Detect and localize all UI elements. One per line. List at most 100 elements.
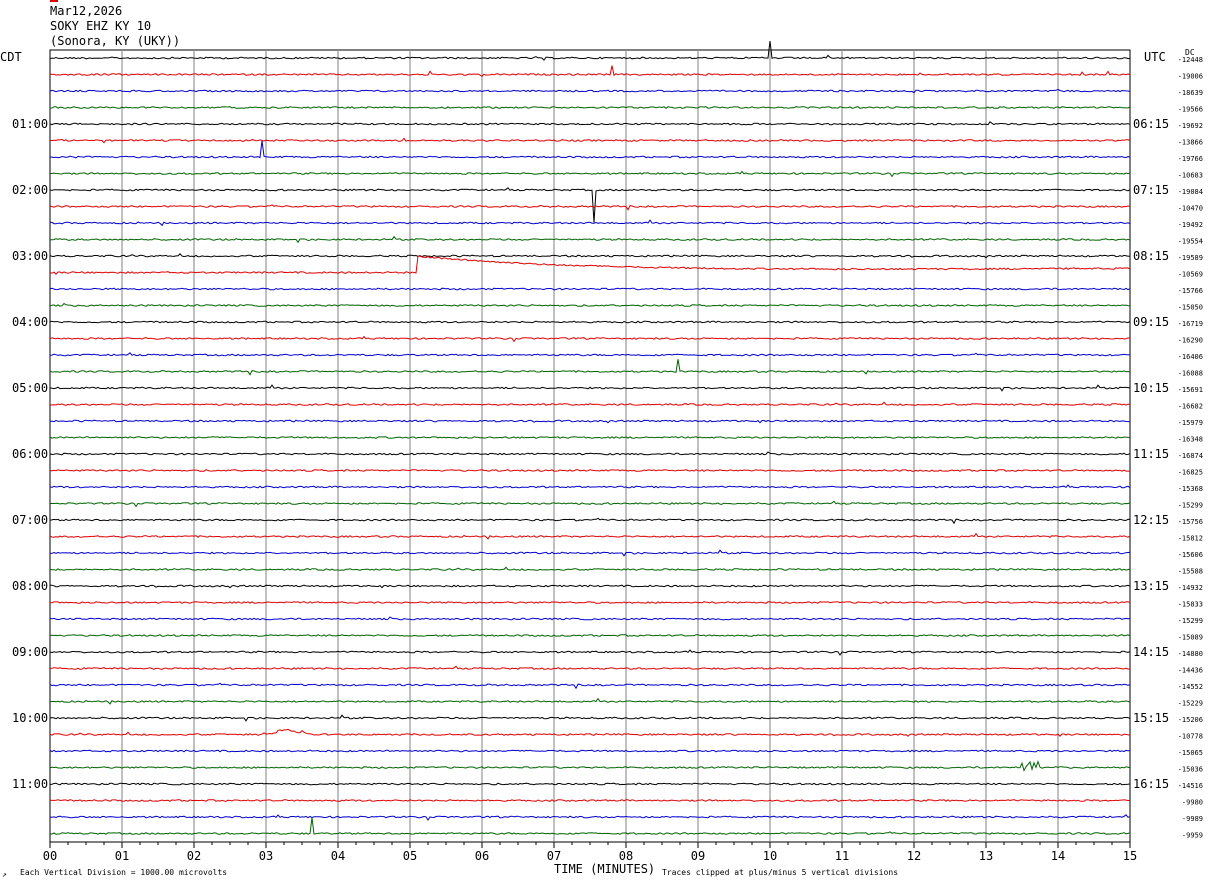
- trace-line: [49, 532, 1131, 540]
- trace-offset-label: -15299: [1178, 502, 1203, 510]
- trace-offset-label: -16406: [1178, 353, 1203, 361]
- trace-line: [49, 799, 1130, 802]
- trace-line: [49, 287, 1131, 291]
- trace-offset-label: -9989: [1182, 815, 1203, 823]
- trace-offset-label: -18639: [1178, 89, 1203, 97]
- trace-line: [49, 760, 1131, 772]
- trace-line: [49, 187, 1131, 223]
- utc-hour-label: 11:15: [1133, 447, 1169, 461]
- cdt-hour-label: 09:00: [12, 645, 48, 659]
- trace-offset-label: -15588: [1178, 568, 1203, 576]
- x-tick-label: 11: [835, 849, 849, 863]
- trace-line: [50, 41, 1131, 61]
- trace-offset-label: -19084: [1178, 188, 1203, 196]
- trace-offset-label: -19589: [1178, 254, 1203, 262]
- trace-offset-label: -16348: [1178, 436, 1203, 444]
- trace-line: [49, 255, 1131, 275]
- trace-offset-label: -15206: [1178, 716, 1203, 724]
- trace-offset-label: -19766: [1178, 155, 1203, 163]
- trace-offset-label: -19554: [1178, 238, 1203, 246]
- cdt-hour-label: 05:00: [12, 381, 48, 395]
- trace-line: [49, 170, 1131, 178]
- trace-line: [49, 714, 1131, 722]
- cdt-hour-label: 10:00: [12, 711, 48, 725]
- x-tick-label: 08: [619, 849, 633, 863]
- trace-line: [49, 106, 1131, 109]
- trace-offset-label: -16874: [1178, 452, 1203, 460]
- trace-offset-label: -14436: [1178, 667, 1203, 675]
- x-tick-label: 13: [979, 849, 993, 863]
- trace-offset-label: -15036: [1178, 766, 1203, 774]
- x-tick-label: 03: [259, 849, 273, 863]
- utc-hour-label: 14:15: [1133, 645, 1169, 659]
- trace-line: [49, 749, 1131, 753]
- trace-line: [49, 634, 1131, 637]
- x-tick-label: 05: [403, 849, 417, 863]
- trace-line: [49, 121, 1131, 126]
- trace-line: [50, 137, 1131, 144]
- trace-offset-label: -15229: [1178, 700, 1203, 708]
- trace-line: [49, 352, 1131, 357]
- trace-offset-label: -15368: [1178, 485, 1203, 493]
- cdt-hour-label: 07:00: [12, 513, 48, 527]
- trace-offset-label: -15050: [1178, 304, 1203, 312]
- trace-line: [49, 549, 1131, 557]
- trace-line: [49, 484, 1131, 489]
- trace-offset-label: -15089: [1178, 634, 1203, 642]
- trace-offset-label: -12448: [1178, 56, 1203, 64]
- trace-line: [49, 500, 1131, 508]
- trace-line: [49, 517, 1131, 525]
- trace-offset-label: -10470: [1178, 205, 1203, 213]
- plot-frame: [49, 49, 1131, 843]
- x-tick-label: 00: [43, 849, 57, 863]
- cdt-hour-label: 08:00: [12, 579, 48, 593]
- trace-line: [49, 384, 1131, 392]
- trace-line: [49, 682, 1131, 690]
- trace-offset-label: -15766: [1178, 287, 1203, 295]
- trace-offset-label: -13866: [1178, 139, 1203, 147]
- trace-line: [49, 665, 1131, 670]
- trace-offset-label: -19566: [1178, 106, 1203, 114]
- trace-offset-label: -9959: [1182, 832, 1203, 840]
- utc-hour-label: 08:15: [1133, 249, 1169, 263]
- x-tick-label: 02: [187, 849, 201, 863]
- trace-offset-label: -15691: [1178, 386, 1203, 394]
- cdt-hour-label: 02:00: [12, 183, 48, 197]
- trace-offset-label: -16290: [1178, 337, 1203, 345]
- trace-line: [49, 140, 1131, 159]
- trace-offset-label: -19006: [1178, 73, 1203, 81]
- x-tick-label: 07: [547, 849, 561, 863]
- trace-offset-label: -15756: [1178, 518, 1203, 526]
- trace-line: [49, 204, 1131, 211]
- x-tick-label: 15: [1123, 849, 1137, 863]
- trace-offset-label: -16088: [1178, 370, 1203, 378]
- trace-line: [49, 601, 1131, 604]
- utc-hour-label: 07:15: [1133, 183, 1169, 197]
- trace-offset-label: -15979: [1178, 419, 1203, 427]
- clip-note: Traces clipped at plus/minus 5 vertical …: [662, 868, 899, 877]
- trace-line: [49, 219, 1131, 227]
- x-tick-label: 10: [763, 849, 777, 863]
- trace-offset-label: -19492: [1178, 221, 1203, 229]
- trace-line: [50, 817, 1131, 835]
- trace-line: [49, 65, 1131, 78]
- trace-offset-label: -16719: [1178, 320, 1203, 328]
- trace-line: [49, 649, 1131, 656]
- trace-line: [49, 335, 1131, 343]
- trace-offset-label: -14880: [1178, 650, 1203, 658]
- trace-line: [49, 584, 1131, 589]
- utc-hour-label: 06:15: [1133, 117, 1169, 131]
- trace-offset-label: -10778: [1178, 733, 1203, 741]
- trace-offset-label: -15606: [1178, 551, 1203, 559]
- trace-line: [49, 814, 1131, 821]
- helicorder-plot: 00 01 02 03 04 05 06 07 08 09 10 11 12 13 14 15 -12448 -1…: [12, 41, 1203, 863]
- trace-line: [49, 697, 1131, 705]
- trace-line: [49, 235, 1131, 244]
- x-tick-label: 14: [1051, 849, 1065, 863]
- trace-line: [49, 302, 1131, 307]
- trace-offset-label: -15812: [1178, 535, 1203, 543]
- trace-line: [49, 566, 1131, 571]
- utc-hour-label: 10:15: [1133, 381, 1169, 395]
- trace-line: [49, 401, 1131, 406]
- trace-offset-label: -15065: [1178, 749, 1203, 757]
